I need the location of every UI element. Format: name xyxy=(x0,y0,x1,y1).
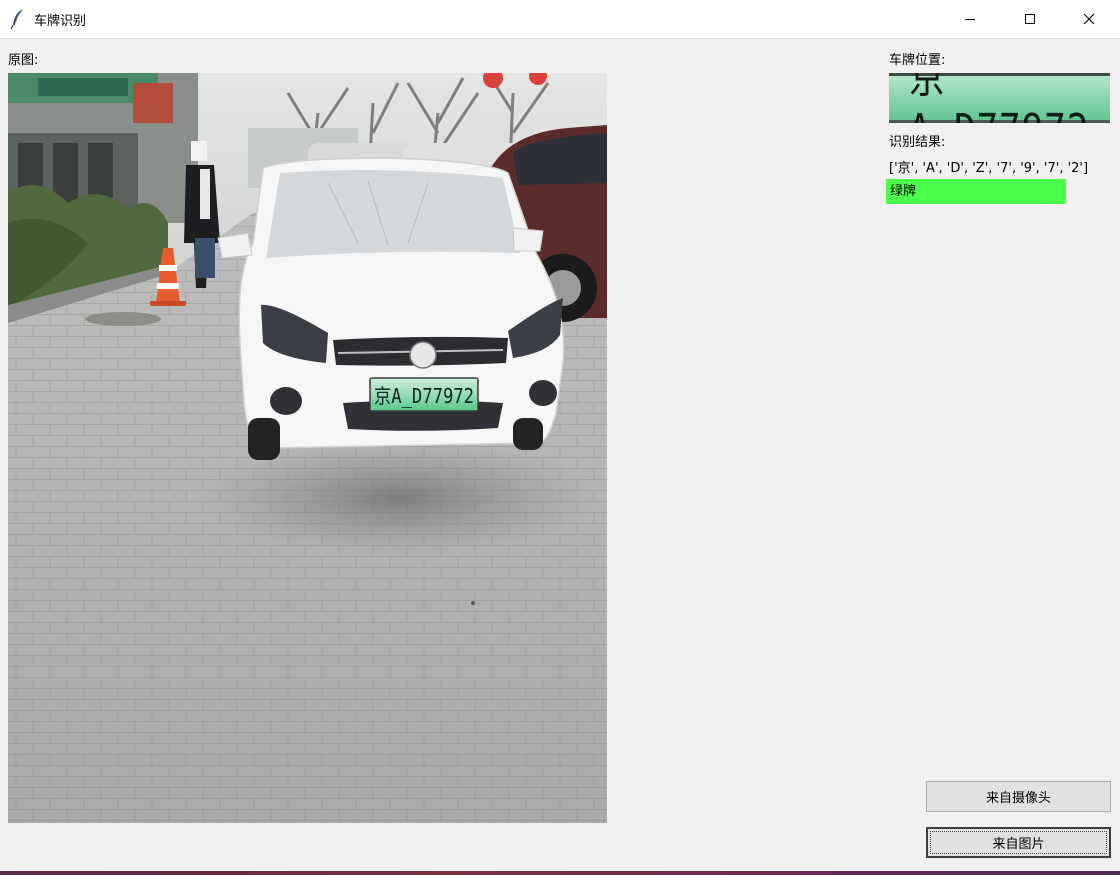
minimize-button[interactable] xyxy=(947,0,993,38)
close-icon xyxy=(1083,13,1095,25)
from-image-button[interactable]: 来自图片 xyxy=(926,827,1111,858)
original-image-label: 原图: xyxy=(8,53,39,68)
close-button[interactable] xyxy=(1066,0,1112,38)
recognized-characters: ['京', 'A', 'D', 'Z', '7', '9', '7', '2'] xyxy=(889,161,1089,176)
plate-position-label: 车牌位置: xyxy=(889,53,946,68)
title-bar: 车牌识别 xyxy=(0,0,1120,39)
window-title: 车牌识别 xyxy=(34,14,87,29)
taskbar-edge xyxy=(0,871,1120,875)
minimize-icon xyxy=(965,19,975,20)
maximize-button[interactable] xyxy=(1007,0,1053,38)
maximize-icon xyxy=(1025,14,1035,24)
focus-ring xyxy=(930,831,1107,854)
plate-color-badge: 绿牌 xyxy=(886,179,1066,204)
photo-plate-text: 京A_D77972 xyxy=(374,384,474,408)
plate-crop-text: 京A·D77972 xyxy=(908,73,1089,123)
result-label: 识别结果: xyxy=(889,135,946,150)
from-camera-button[interactable]: 来自摄像头 xyxy=(926,781,1111,812)
original-image: 京A_D77972 xyxy=(8,73,607,823)
feather-icon xyxy=(10,8,26,30)
plate-crop-image: 京A·D77972 xyxy=(889,73,1110,123)
